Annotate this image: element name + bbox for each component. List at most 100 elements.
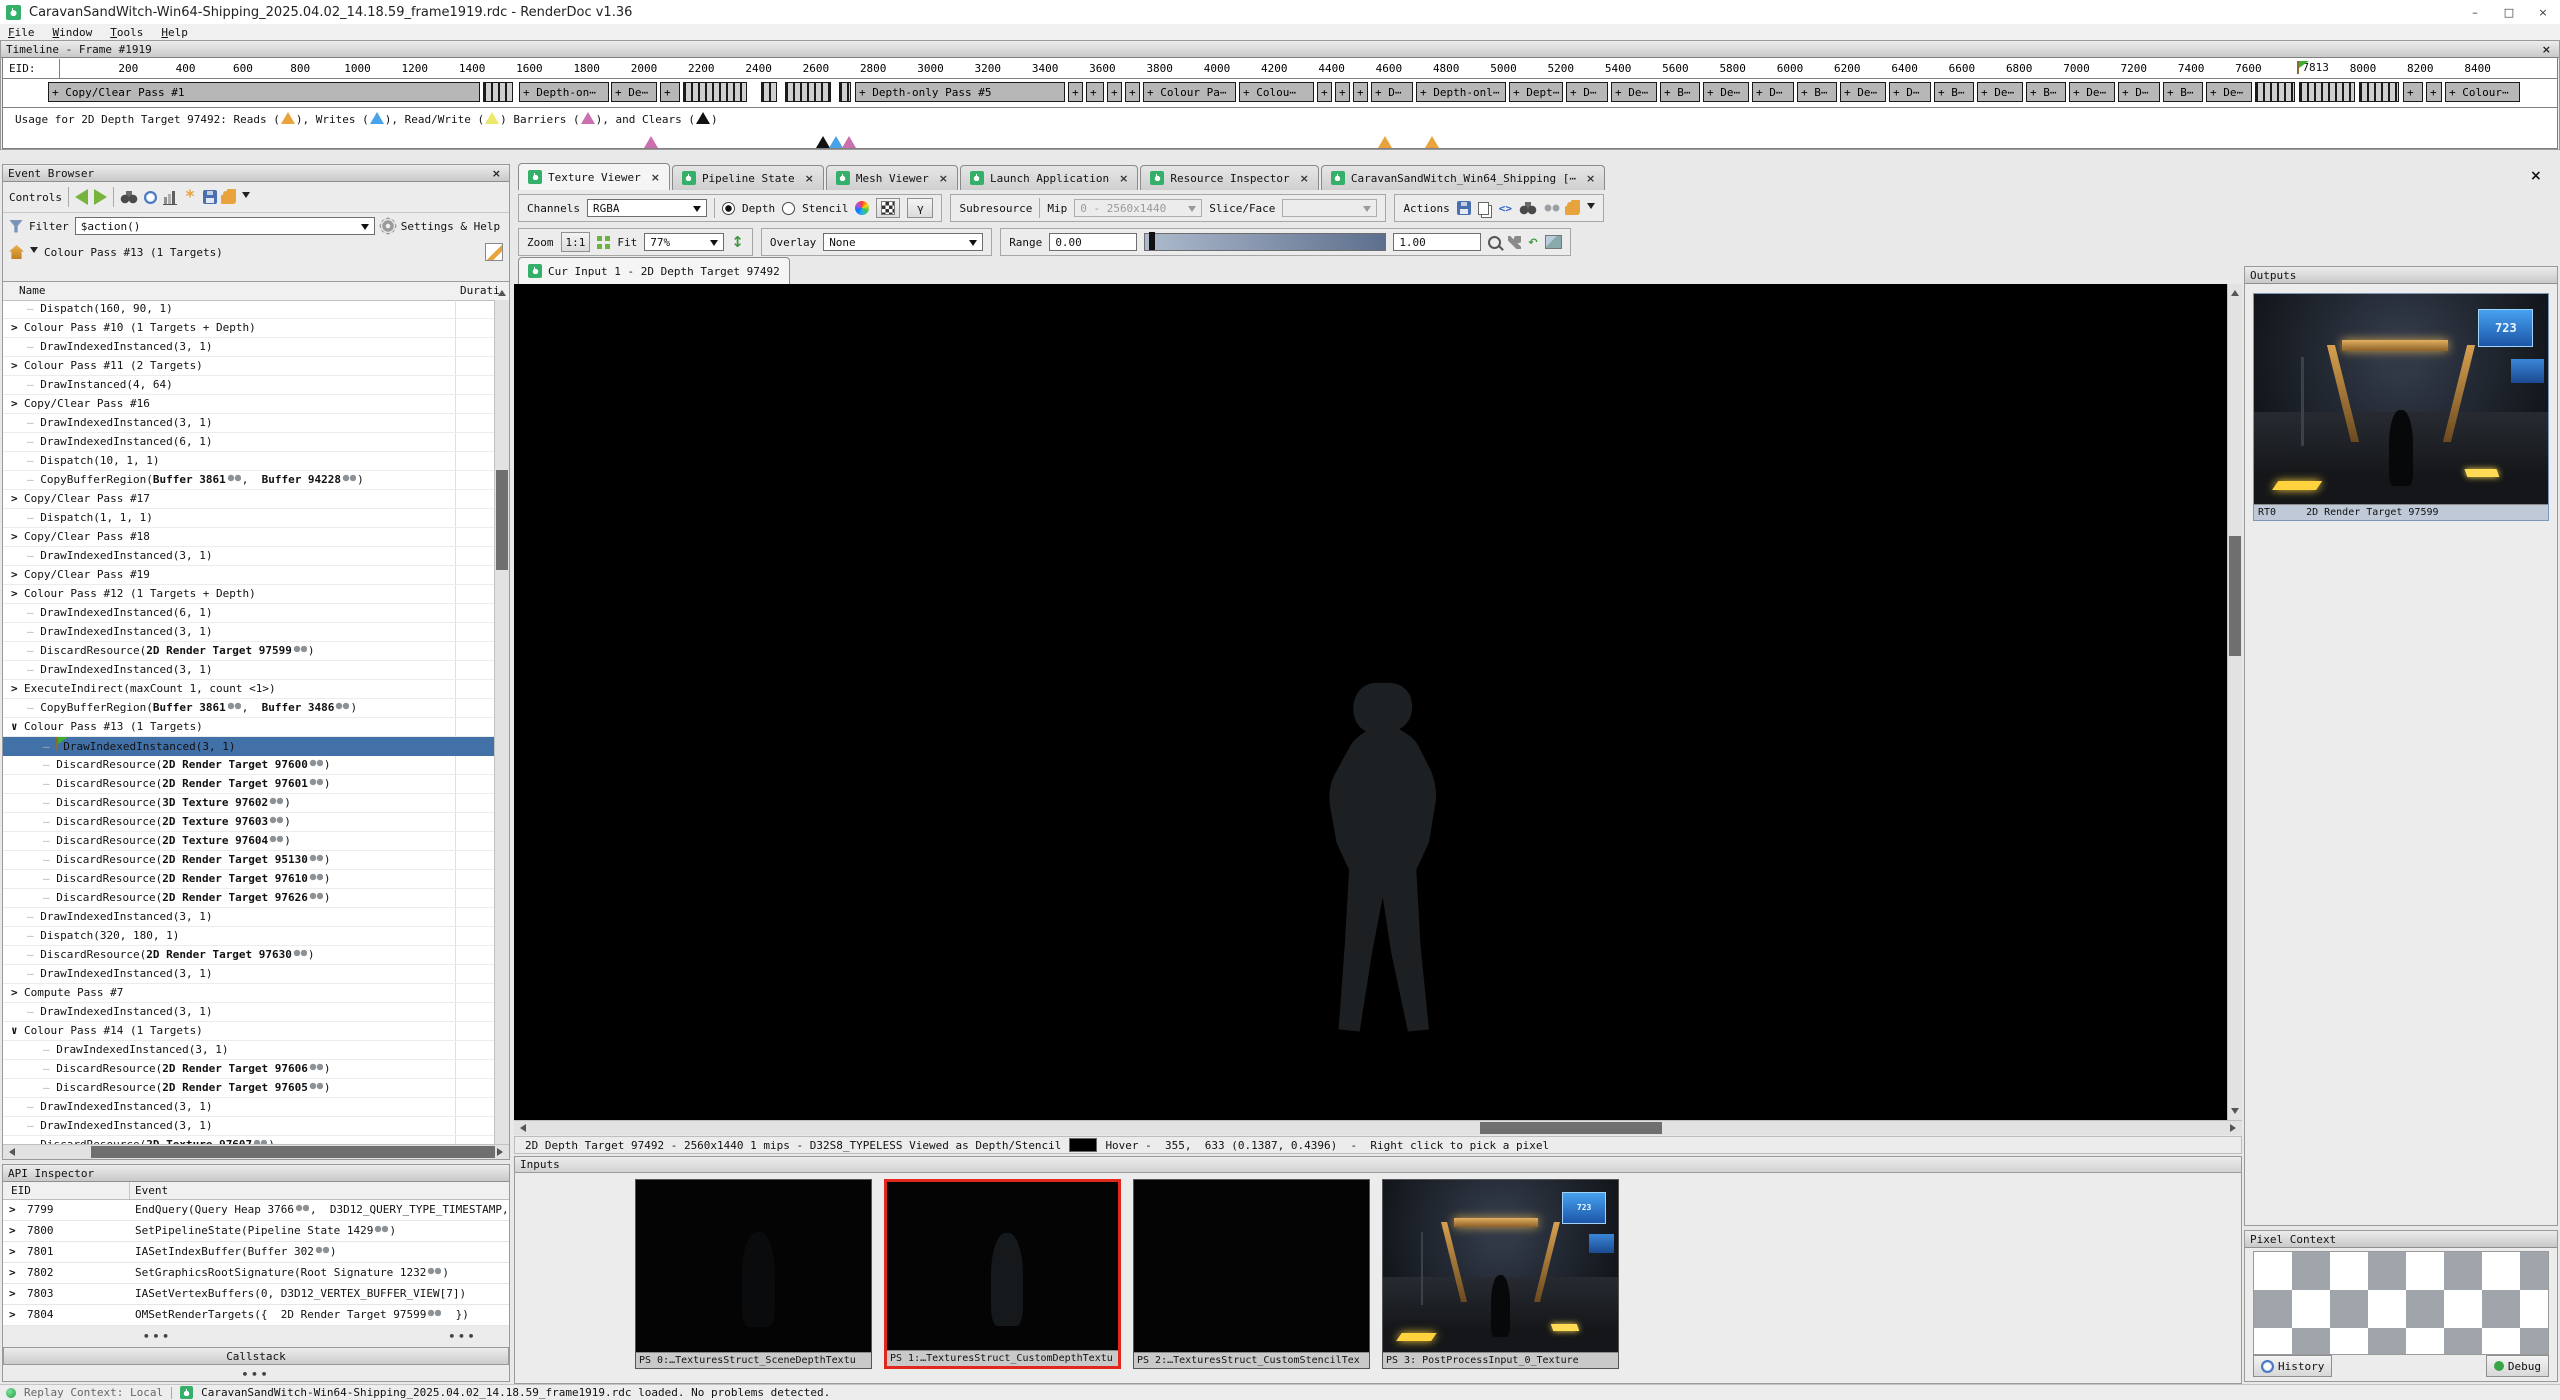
minimize-button[interactable]: – bbox=[2458, 1, 2492, 23]
tab-texture[interactable]: Texture Viewer× bbox=[518, 163, 670, 190]
event-row[interactable]: – DrawIndexedInstanced(3, 1) bbox=[3, 547, 495, 566]
zoom-range-icon[interactable] bbox=[1488, 236, 1501, 249]
input-thumbnail[interactable]: 723PS 3: PostProcessInput_0_Texture bbox=[1382, 1179, 1619, 1369]
resource-name[interactable]: 2D Render Target 97601 bbox=[162, 777, 308, 790]
resource-link-icon[interactable] bbox=[427, 1308, 441, 1318]
timeline-pass-events[interactable] bbox=[2359, 82, 2399, 102]
resource-name[interactable]: Buffer 94228 bbox=[262, 473, 341, 486]
resource-link-icon[interactable] bbox=[269, 834, 283, 844]
tab-pipeline[interactable]: Pipeline State× bbox=[672, 165, 824, 190]
expand-icon[interactable]: > bbox=[9, 1284, 16, 1304]
slice-face-select[interactable] bbox=[1282, 199, 1377, 217]
texture-view[interactable] bbox=[514, 284, 2242, 1120]
resource-name[interactable]: 2D Render Target 97626 bbox=[162, 891, 308, 904]
scroll-left-icon[interactable] bbox=[3, 1145, 17, 1159]
resource-link-icon[interactable] bbox=[269, 815, 283, 825]
event-row[interactable]: ∨Colour Pass #13 (1 Targets) bbox=[3, 718, 495, 737]
goto-icon[interactable] bbox=[1519, 202, 1537, 215]
extensions-icon[interactable] bbox=[223, 191, 236, 204]
scroll-right-icon[interactable] bbox=[495, 1145, 509, 1159]
settings-help-link[interactable]: Settings & Help bbox=[401, 220, 500, 233]
event-row[interactable]: >Copy/Clear Pass #19 bbox=[3, 566, 495, 585]
texture-hscrollbar[interactable] bbox=[514, 1120, 2242, 1135]
reset-range-icon[interactable] bbox=[1528, 236, 1537, 249]
resource-name[interactable]: 2D Texture 97603 bbox=[162, 815, 268, 828]
timeline-pass[interactable]: + Depth-on⋯ bbox=[519, 82, 609, 102]
resource-link-icon[interactable] bbox=[269, 796, 283, 806]
event-row[interactable]: – DrawIndexedInstanced(3, 1) bbox=[3, 1117, 495, 1136]
range-slider[interactable] bbox=[1144, 233, 1386, 251]
resource-name[interactable]: 2D Render Target 97599 bbox=[281, 1308, 427, 1321]
event-row[interactable]: – DrawIndexedInstanced(3, 1) bbox=[3, 737, 495, 756]
expand-icon[interactable]: > bbox=[11, 357, 24, 375]
timeline-pass[interactable]: + bbox=[2403, 82, 2423, 102]
breadcrumb-dropdown-icon[interactable] bbox=[30, 247, 38, 257]
api-call-row[interactable]: >7801IASetIndexBuffer(Buffer 302) bbox=[3, 1242, 509, 1263]
resource-name[interactable]: 2D Render Target 97606 bbox=[162, 1062, 308, 1075]
time-events-icon[interactable] bbox=[144, 191, 157, 204]
texture-tab[interactable]: Cur Input 1 - 2D Depth Target 97492 bbox=[518, 257, 790, 284]
timeline-pass[interactable]: + D⋯ bbox=[1566, 82, 1608, 102]
input-thumbnail[interactable]: PS 0:…TexturesStruct_SceneDepthTextu bbox=[635, 1179, 872, 1369]
extensions-dropdown-icon[interactable] bbox=[242, 192, 250, 202]
range-min-input[interactable]: 0.00 bbox=[1049, 233, 1137, 251]
filter-settings-gear-icon[interactable] bbox=[381, 219, 395, 233]
resource-name[interactable]: 2D Render Target 97599 bbox=[146, 644, 292, 657]
resource-link-icon[interactable] bbox=[293, 644, 307, 654]
timeline-pass[interactable]: + Colou⋯ bbox=[1239, 82, 1314, 102]
tab-mesh[interactable]: Mesh Viewer× bbox=[826, 165, 958, 190]
timeline-pass[interactable]: + De⋯ bbox=[1840, 82, 1886, 102]
texture-vscroll-thumb[interactable] bbox=[2229, 536, 2241, 656]
timeline-pass-events[interactable] bbox=[761, 82, 777, 102]
resource-name[interactable]: Buffer 3861 bbox=[153, 701, 226, 714]
mip-select[interactable]: 0 - 2560x1440 bbox=[1074, 199, 1202, 217]
api-more-dots[interactable]: ••• bbox=[143, 1330, 172, 1343]
tab-close-icon[interactable]: × bbox=[651, 171, 660, 184]
expand-icon[interactable]: > bbox=[11, 528, 24, 546]
api-more-dots[interactable]: ••• bbox=[449, 1330, 478, 1343]
api-call-row[interactable]: >7803IASetVertexBuffers(0, D3D12_VERTEX_… bbox=[3, 1284, 509, 1305]
api-call-row[interactable]: >7800SetPipelineState(Pipeline State 142… bbox=[3, 1221, 509, 1242]
home-icon[interactable] bbox=[9, 245, 24, 259]
texture-extensions-icon[interactable] bbox=[1567, 202, 1580, 215]
timeline-pass[interactable]: + bbox=[1125, 82, 1140, 102]
stencil-radio[interactable] bbox=[782, 202, 795, 215]
event-row[interactable]: >Colour Pass #11 (2 Targets) bbox=[3, 357, 495, 376]
range-max-input[interactable]: 1.00 bbox=[1393, 233, 1481, 251]
flip-y-icon[interactable] bbox=[731, 233, 744, 251]
event-row[interactable]: – DiscardResource(3D Texture 97602) bbox=[3, 794, 495, 813]
resource-name[interactable]: 2D Render Target 95130 bbox=[162, 853, 308, 866]
resource-name[interactable]: Buffer 302 bbox=[248, 1245, 314, 1258]
timeline-pass[interactable]: + B⋯ bbox=[2026, 82, 2066, 102]
timeline-pass-events[interactable] bbox=[483, 82, 513, 102]
maximize-button[interactable]: □ bbox=[2492, 1, 2526, 23]
filter-input[interactable]: $action() bbox=[75, 217, 375, 235]
range-slider-thumb[interactable] bbox=[1149, 232, 1155, 250]
event-row[interactable]: >ExecuteIndirect(maxCount 1, count <1>) bbox=[3, 680, 495, 699]
resource-link-icon[interactable] bbox=[374, 1224, 388, 1234]
event-row[interactable]: – DiscardResource(2D Render Target 97630… bbox=[3, 946, 495, 965]
resource-link-icon[interactable] bbox=[227, 473, 241, 483]
timeline-pass[interactable]: + D⋯ bbox=[2118, 82, 2160, 102]
fit-icon[interactable] bbox=[597, 236, 610, 249]
debug-button[interactable]: Debug bbox=[2486, 1355, 2549, 1377]
event-row[interactable]: >Colour Pass #12 (1 Targets + Depth) bbox=[3, 585, 495, 604]
timeline-pass[interactable]: + bbox=[1107, 82, 1122, 102]
event-row[interactable]: – DiscardResource(2D Render Target 97610… bbox=[3, 870, 495, 889]
timeline-pass[interactable]: + bbox=[2426, 82, 2442, 102]
timeline-pass[interactable]: + bbox=[1353, 82, 1368, 102]
event-row[interactable]: – DrawIndexedInstanced(3, 1) bbox=[3, 1041, 495, 1060]
timeline-pass[interactable]: + D⋯ bbox=[1889, 82, 1931, 102]
timeline-pass[interactable]: + bbox=[1335, 82, 1350, 102]
timeline-pass[interactable]: + Colour⋯ bbox=[2445, 82, 2520, 102]
event-row[interactable]: – CopyBufferRegion(Buffer 3861, Buffer 3… bbox=[3, 699, 495, 718]
event-row[interactable]: – DrawIndexedInstanced(3, 1) bbox=[3, 661, 495, 680]
expand-icon[interactable]: > bbox=[9, 1242, 16, 1262]
column-duration[interactable]: Durati bbox=[460, 284, 500, 297]
chevron-down-icon[interactable] bbox=[361, 224, 369, 234]
color-wheel-icon[interactable] bbox=[855, 201, 869, 215]
expand-icon[interactable]: > bbox=[11, 490, 24, 508]
api-call-row[interactable]: >7799EndQuery(Query Heap 3766, D3D12_QUE… bbox=[3, 1200, 509, 1221]
expand-icon[interactable]: > bbox=[9, 1263, 16, 1283]
tab-close-icon[interactable]: × bbox=[1119, 172, 1128, 185]
